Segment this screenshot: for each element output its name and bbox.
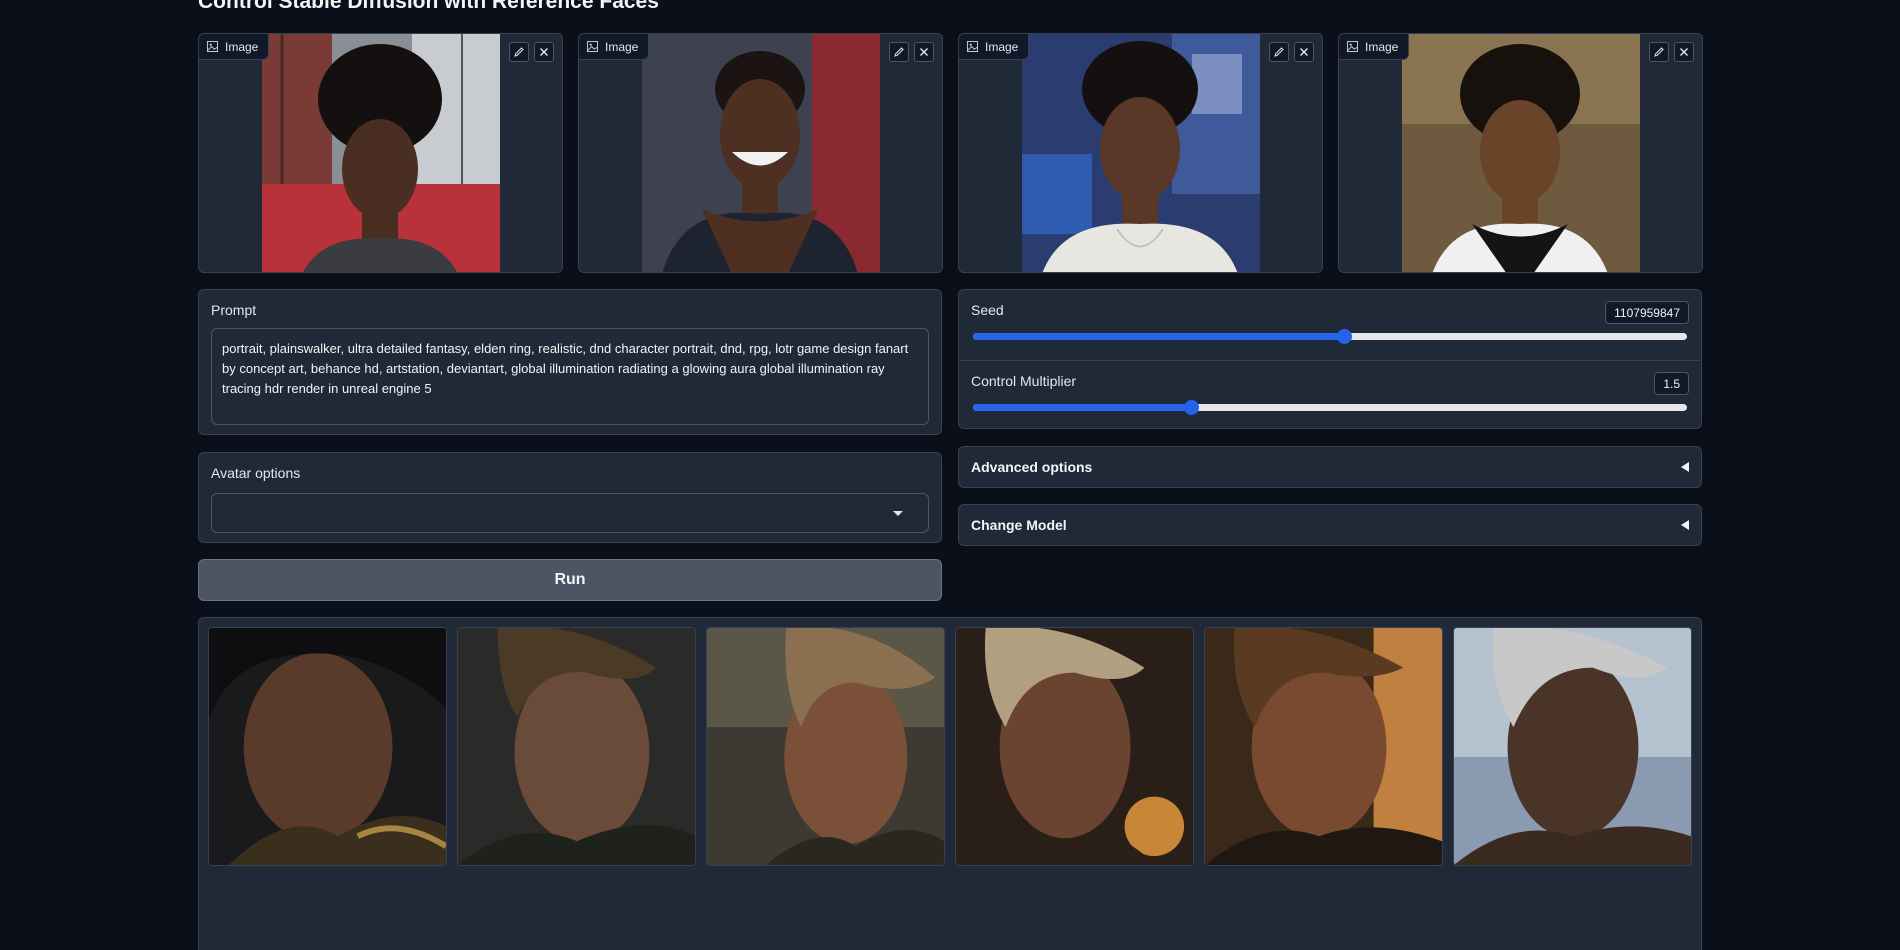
output-gallery <box>198 617 1702 950</box>
control-multiplier-fill <box>973 404 1191 411</box>
collapse-arrow-icon <box>1681 462 1689 472</box>
chevron-down-icon <box>893 511 903 516</box>
collapse-arrow-icon <box>1681 520 1689 530</box>
seed-label: Seed <box>971 302 1004 318</box>
gallery-image-6[interactable] <box>1453 627 1692 866</box>
close-icon[interactable] <box>1294 42 1314 62</box>
image-label-text: Image <box>605 39 639 54</box>
seed-slider-thumb[interactable] <box>1337 329 1353 344</box>
image-label-text: Image <box>1365 39 1399 54</box>
image-label: Image <box>1339 34 1410 60</box>
image-label-text: Image <box>225 39 259 54</box>
change-model-accordion[interactable]: Change Model <box>958 504 1702 546</box>
image-icon <box>1347 41 1358 52</box>
edit-icon[interactable] <box>1269 42 1289 62</box>
image-icon <box>587 41 598 52</box>
page-title: Control Stable Diffusion with Reference … <box>198 0 659 13</box>
reference-photo <box>1021 34 1260 272</box>
app-page: Control Stable Diffusion with Reference … <box>0 0 1900 950</box>
gallery-image-5[interactable] <box>1204 627 1443 866</box>
seed-slider-fill <box>973 333 1345 340</box>
gallery-image-1[interactable] <box>208 627 447 866</box>
gallery-image-3[interactable] <box>706 627 945 866</box>
image-icon <box>967 41 978 52</box>
gallery-image-2[interactable] <box>457 627 696 866</box>
seed-number-input[interactable]: 1107959847 <box>1605 301 1689 324</box>
image-label: Image <box>959 34 1030 60</box>
run-button[interactable]: Run <box>198 559 942 601</box>
control-multiplier-thumb[interactable] <box>1183 400 1199 415</box>
image-label-text: Image <box>985 39 1019 54</box>
reference-photo <box>641 34 880 272</box>
advanced-options-accordion[interactable]: Advanced options <box>958 446 1702 488</box>
image-label: Image <box>199 34 270 60</box>
change-model-label: Change Model <box>971 517 1067 533</box>
close-icon[interactable] <box>914 42 934 62</box>
edit-icon[interactable] <box>1649 42 1669 62</box>
seed-slider-row: Seed 1107959847 <box>959 290 1701 360</box>
close-icon[interactable] <box>1674 42 1694 62</box>
control-multiplier-row: Control Multiplier 1.5 <box>959 360 1701 430</box>
edit-icon[interactable] <box>509 42 529 62</box>
close-icon[interactable] <box>534 42 554 62</box>
image-icon <box>207 41 218 52</box>
seed-slider[interactable] <box>973 329 1687 344</box>
control-multiplier-input[interactable]: 1.5 <box>1654 372 1689 395</box>
control-multiplier-slider[interactable] <box>973 400 1687 415</box>
image-label: Image <box>579 34 650 60</box>
avatar-options-dropdown[interactable] <box>211 493 929 533</box>
control-multiplier-label: Control Multiplier <box>971 373 1077 389</box>
input-image-2[interactable]: Image <box>578 33 943 273</box>
input-image-3[interactable]: Image <box>958 33 1323 273</box>
prompt-label: Prompt <box>211 302 257 318</box>
reference-photo <box>261 34 500 272</box>
avatar-options-panel: Avatar options <box>198 452 942 543</box>
advanced-options-label: Advanced options <box>971 459 1093 475</box>
input-image-1[interactable]: Image <box>198 33 563 273</box>
edit-icon[interactable] <box>889 42 909 62</box>
prompt-textarea[interactable]: portrait, plainswalker, ultra detailed f… <box>211 328 929 425</box>
gallery-thumbnails <box>208 627 1692 866</box>
gallery-image-4[interactable] <box>955 627 1194 866</box>
prompt-panel: Prompt portrait, plainswalker, ultra det… <box>198 289 942 435</box>
input-image-4[interactable]: Image <box>1338 33 1703 273</box>
slider-panel: Seed 1107959847 Control Multiplier 1.5 <box>958 289 1702 429</box>
reference-photo <box>1401 34 1640 272</box>
avatar-options-label: Avatar options <box>211 465 301 481</box>
